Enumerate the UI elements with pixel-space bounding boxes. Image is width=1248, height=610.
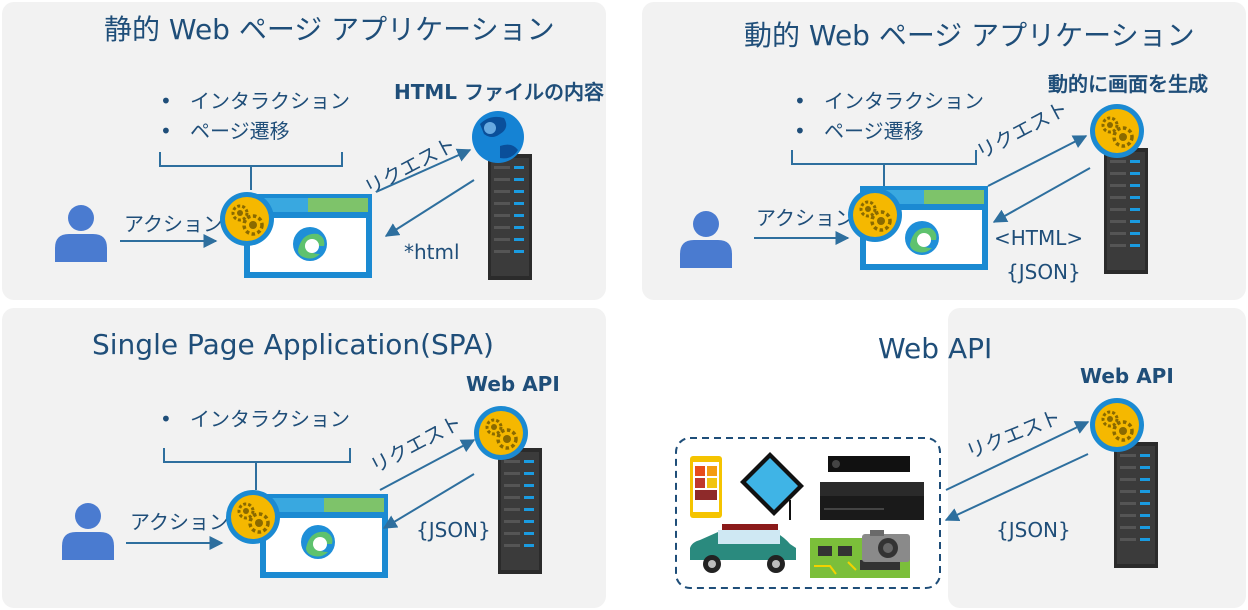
dynamic-bracket bbox=[791, 150, 977, 186]
camera-icon bbox=[862, 530, 910, 562]
gear-icon bbox=[1088, 102, 1146, 160]
edge-browser-icon bbox=[293, 227, 327, 261]
gear-icon bbox=[472, 404, 530, 462]
server-icon bbox=[498, 448, 542, 574]
person-icon bbox=[62, 503, 114, 560]
webapi-request-arrow bbox=[945, 421, 1090, 491]
smartphone-icon bbox=[690, 456, 722, 518]
tablet-icon bbox=[740, 452, 804, 520]
gear-icon bbox=[1088, 396, 1146, 454]
gear-icon bbox=[224, 488, 282, 546]
edge-browser-icon bbox=[905, 221, 939, 255]
spa-response-arrow bbox=[382, 473, 475, 529]
globe-icon bbox=[472, 111, 524, 163]
diagram-graphics bbox=[55, 102, 1158, 589]
person-icon bbox=[55, 205, 107, 262]
server-icon bbox=[1104, 148, 1148, 274]
gear-icon bbox=[846, 186, 904, 244]
static-response-arrow bbox=[384, 179, 475, 237]
game-console-icon bbox=[820, 456, 924, 520]
edge-browser-icon bbox=[301, 525, 335, 559]
static-request-arrow bbox=[375, 148, 472, 193]
server-icon bbox=[1114, 442, 1158, 568]
car-icon bbox=[690, 524, 796, 573]
static-bracket bbox=[159, 152, 343, 190]
person-icon bbox=[680, 211, 732, 268]
webapi-response-arrow bbox=[944, 453, 1089, 522]
server-icon bbox=[488, 154, 532, 280]
gear-icon bbox=[218, 190, 276, 248]
spa-bracket bbox=[163, 448, 351, 490]
